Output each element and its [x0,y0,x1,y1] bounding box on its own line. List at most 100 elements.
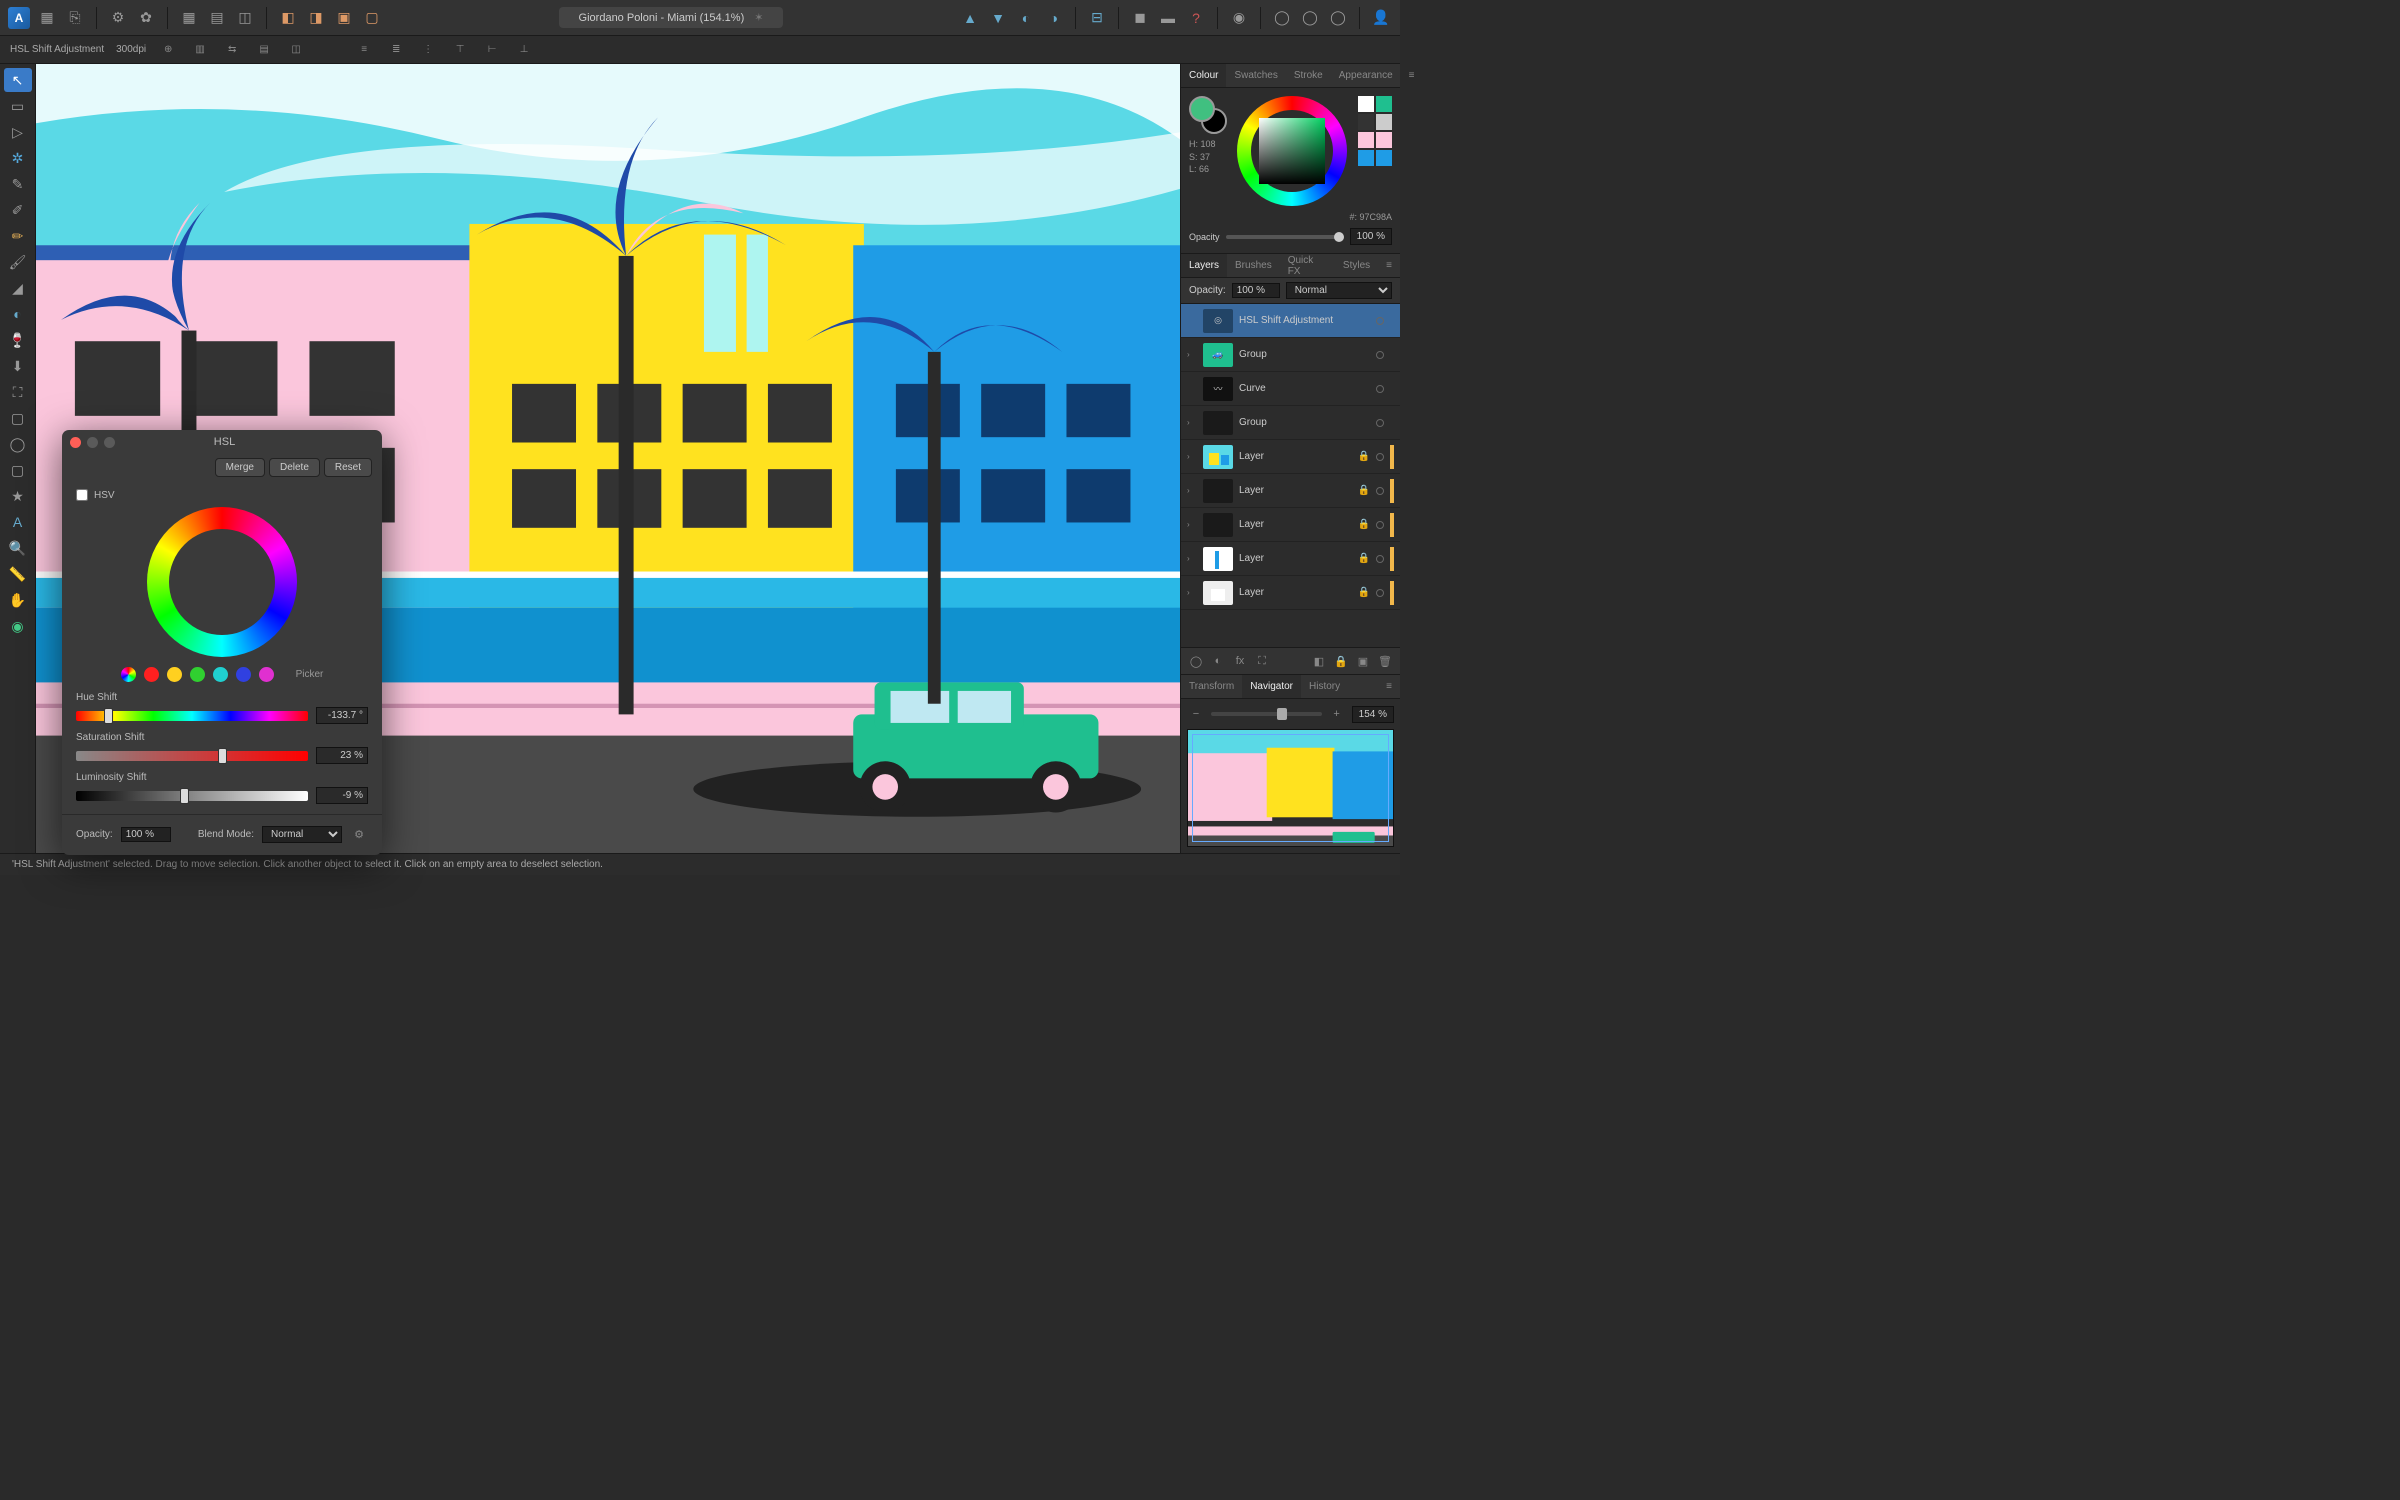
mask-icon[interactable]: ◯ [1187,652,1205,670]
zoom-in-button[interactable]: + [1328,705,1346,723]
contour-tool[interactable]: ✲ [4,146,32,170]
move-front-icon[interactable]: ▣ [333,7,355,29]
saturation-value[interactable]: 23 % [316,747,368,764]
channel-blue[interactable] [236,667,251,682]
align-v-top-icon[interactable]: ⊤ [450,40,470,60]
brush-tool[interactable]: ✏ [4,224,32,248]
layer-row[interactable]: › Layer 🔒 [1181,474,1400,508]
picker-button[interactable]: Picker [296,669,324,680]
tab-quickfx[interactable]: Quick FX [1280,254,1335,277]
cloud-3-icon[interactable]: ◯ [1327,7,1349,29]
layer-row[interactable]: › Layer 🔒 [1181,440,1400,474]
flip-v-icon[interactable]: ▼ [987,7,1009,29]
document-title[interactable]: Giordano Poloni - Miami (154.1%) ✶ [559,7,784,28]
channel-yellow[interactable] [167,667,182,682]
star-tool[interactable]: ★ [4,484,32,508]
group-icon[interactable]: ▣ [1354,652,1372,670]
place-tool[interactable]: ⬇ [4,354,32,378]
layer-row[interactable]: ◎ HSL Shift Adjustment [1181,304,1400,338]
zoom-out-button[interactable]: − [1187,705,1205,723]
tab-swatches[interactable]: Swatches [1226,64,1285,87]
align-h-right-icon[interactable]: ⋮ [418,40,438,60]
adjustment-icon[interactable]: ◐ [1209,652,1227,670]
move-back-icon[interactable]: ◧ [277,7,299,29]
boolean-sub-icon[interactable]: ▬ [1157,7,1179,29]
context-icon-3[interactable]: ⇆ [222,40,242,60]
crop-tool[interactable]: ⛶ [4,380,32,404]
hsl-blend-select[interactable]: Normal [262,826,342,843]
layer-row[interactable]: ›🚙 Group [1181,338,1400,372]
measure-tool[interactable]: 📏 [4,562,32,586]
merge-button[interactable]: Merge [215,458,265,477]
channel-red[interactable] [144,667,159,682]
colour-wheel[interactable] [1237,96,1347,206]
text-tool[interactable]: A [4,510,32,534]
tab-transform[interactable]: Transform [1181,675,1242,698]
maximize-icon[interactable] [104,437,115,448]
colour-menu-icon[interactable]: ≡ [1401,70,1423,81]
recent-swatches[interactable] [1358,96,1392,166]
hsv-checkbox[interactable]: HSV [76,489,368,501]
prefs-icon[interactable]: ⚙ [107,7,129,29]
minimize-icon[interactable] [87,437,98,448]
rotate-ccw-icon[interactable]: ◐ [1015,7,1037,29]
align-v-bottom-icon[interactable]: ⊥ [514,40,534,60]
delete-button[interactable]: Delete [269,458,320,477]
navigator-menu-icon[interactable]: ≡ [1378,681,1400,692]
paint-brush-tool[interactable]: 🖌 [4,250,32,274]
context-icon-4[interactable]: ▤ [254,40,274,60]
grid-icon[interactable]: ▤ [206,7,228,29]
fill-stroke-selector[interactable] [1189,96,1227,134]
navigator-preview[interactable] [1187,729,1394,847]
snap-icon[interactable]: ▦ [178,7,200,29]
context-icon-2[interactable]: ▥ [190,40,210,60]
fx-icon[interactable]: fx [1231,652,1249,670]
channel-green[interactable] [190,667,205,682]
cloud-2-icon[interactable]: ◯ [1299,7,1321,29]
channel-cyan[interactable] [213,667,228,682]
move-behind-icon[interactable]: ▢ [361,7,383,29]
channel-magenta[interactable] [259,667,274,682]
persona-icon[interactable]: ▦ [36,7,58,29]
luminosity-value[interactable]: -9 % [316,787,368,804]
layers-menu-icon[interactable]: ≡ [1378,260,1400,271]
layer-row[interactable]: › Layer 🔒 [1181,576,1400,610]
fill-tool[interactable]: ◢ [4,276,32,300]
rotate-cw-icon[interactable]: ◑ [1043,7,1065,29]
doc-setup-icon[interactable]: ✿ [135,7,157,29]
colour-opacity-slider[interactable] [1226,235,1344,239]
hue-value[interactable]: -133.7 ° [316,707,368,724]
transparency-tool[interactable]: 🍷 [4,328,32,352]
tab-layers[interactable]: Layers [1181,254,1227,277]
rectangle-tool[interactable]: ▢ [4,406,32,430]
align-v-middle-icon[interactable]: ⊢ [482,40,502,60]
lock-layer-icon[interactable]: 🔒 [1332,652,1350,670]
hue-slider[interactable] [76,711,308,721]
layer-opacity-input[interactable] [1232,283,1280,298]
cloud-1-icon[interactable]: ◯ [1271,7,1293,29]
boolean-add-icon[interactable]: ◼ [1129,7,1151,29]
hsl-dialog[interactable]: HSL Merge Delete Reset HSV Picker Hue Sh… [62,430,382,855]
insert-target-icon[interactable]: ◉ [1228,7,1250,29]
rounded-rect-tool[interactable]: ▢ [4,458,32,482]
tab-stroke[interactable]: Stroke [1286,64,1331,87]
move-forward-icon[interactable]: ◨ [305,7,327,29]
tab-navigator[interactable]: Navigator [1242,675,1301,698]
crop-layer-icon[interactable]: ⛶ [1253,652,1271,670]
close-icon[interactable] [70,437,81,448]
tag-icon[interactable]: ◧ [1310,652,1328,670]
align-h-left-icon[interactable]: ≡ [354,40,374,60]
node-tool[interactable]: ▷ [4,120,32,144]
move-tool[interactable]: ↖ [4,68,32,92]
layer-row[interactable]: › Layer 🔒 [1181,542,1400,576]
help-icon[interactable]: ? [1185,7,1207,29]
context-icon-5[interactable]: ◫ [286,40,306,60]
tab-history[interactable]: History [1301,675,1348,698]
zoom-tool[interactable]: 🔍 [4,536,32,560]
swatch-tool[interactable]: ◉ [4,614,32,638]
channel-master[interactable] [121,667,136,682]
pan-tool[interactable]: ✋ [4,588,32,612]
gear-icon[interactable]: ⚙ [350,825,368,843]
hsl-wheel[interactable] [147,507,297,657]
gradient-tool[interactable]: ◐ [4,302,32,326]
